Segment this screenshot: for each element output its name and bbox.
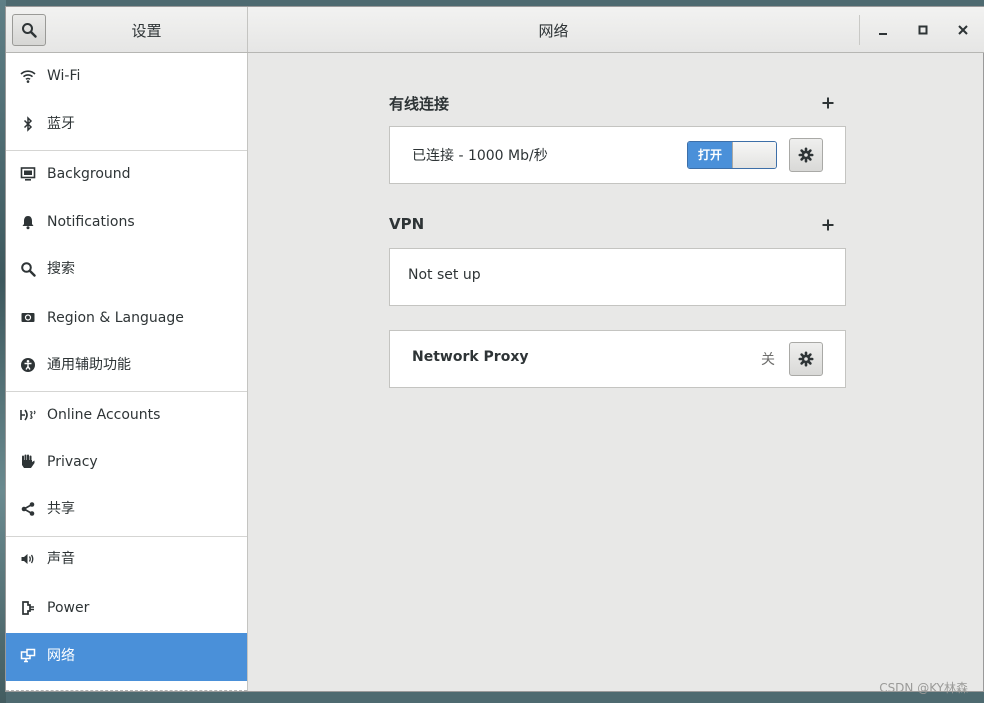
sidebar-item-background[interactable]: Background — [6, 151, 247, 198]
sidebar-item-privacy[interactable]: Privacy — [6, 439, 247, 486]
sidebar-item-label: 蓝牙 — [47, 116, 75, 132]
sidebar: Wi-Fi 蓝牙 Background Notifications 搜索 Reg… — [6, 53, 248, 691]
add-vpn-button[interactable] — [820, 217, 836, 233]
gear-icon — [798, 351, 814, 367]
minimize-icon — [879, 33, 887, 35]
switch-on-label: 打开 — [688, 142, 732, 168]
network-proxy-row[interactable]: Network Proxy 关 — [389, 330, 846, 388]
sidebar-item-accessibility[interactable]: 通用辅助功能 — [6, 342, 247, 389]
sidebar-item-label: 通用辅助功能 — [47, 357, 131, 373]
add-wired-button[interactable] — [820, 95, 836, 111]
settings-window: 设置 网络 Wi-Fi 蓝牙 Background Notifications … — [5, 6, 984, 692]
online-accounts-icon — [19, 406, 37, 424]
switch-knob — [732, 142, 776, 168]
sidebar-item-label: Region & Language — [47, 310, 184, 326]
sidebar-item-label: 网络 — [47, 648, 75, 664]
proxy-state: 关 — [761, 352, 775, 368]
search-icon — [19, 260, 37, 278]
sidebar-item-label: 搜索 — [47, 261, 75, 277]
close-icon — [958, 25, 968, 35]
sidebar-item-power[interactable]: Power — [6, 585, 247, 632]
vpn-section-title: VPN — [389, 215, 425, 233]
sidebar-item-label: Power — [47, 600, 90, 616]
sidebar-item-bluetooth[interactable]: 蓝牙 — [6, 101, 247, 148]
wired-status: 已连接 - 1000 Mb/秒 — [412, 148, 548, 164]
wired-section-title: 有线连接 — [389, 95, 450, 113]
header-bar: 设置 网络 — [6, 7, 984, 53]
close-button[interactable] — [951, 18, 975, 42]
vpn-row: Not set up — [389, 248, 846, 306]
proxy-label: Network Proxy — [412, 349, 529, 365]
sidebar-item-label: Online Accounts — [47, 407, 161, 423]
wired-connection-row: 已连接 - 1000 Mb/秒 打开 — [389, 126, 846, 184]
maximize-button[interactable] — [911, 18, 935, 42]
sidebar-item-online-accounts[interactable]: Online Accounts — [6, 392, 247, 439]
sidebar-item-network[interactable]: 网络 — [6, 633, 247, 681]
sidebar-item-wifi[interactable]: Wi-Fi — [6, 53, 247, 100]
sidebar-item-label: Notifications — [47, 214, 135, 230]
search-button[interactable] — [12, 14, 46, 46]
sidebar-item-sharing[interactable]: 共享 — [6, 486, 247, 533]
hand-icon — [19, 453, 37, 471]
sidebar-scroll-edge — [6, 690, 247, 691]
sidebar-item-label: 共享 — [47, 501, 75, 517]
proxy-settings-button[interactable] — [789, 342, 823, 376]
background-icon — [19, 165, 37, 183]
speaker-icon — [19, 550, 37, 568]
bell-icon — [19, 213, 37, 231]
minimize-button[interactable] — [871, 18, 895, 42]
network-icon — [19, 647, 37, 665]
sidebar-item-sound[interactable]: 声音 — [6, 536, 247, 583]
gear-icon — [798, 147, 814, 163]
sidebar-header: 设置 — [6, 7, 248, 52]
sidebar-item-notifications[interactable]: Notifications — [6, 199, 247, 246]
header-separator — [859, 15, 860, 45]
sidebar-item-label: 声音 — [47, 551, 75, 567]
maximize-icon — [918, 25, 928, 35]
search-icon — [22, 23, 37, 38]
power-plug-icon — [19, 599, 37, 617]
bluetooth-icon — [19, 115, 37, 133]
sidebar-item-region-language[interactable]: Region & Language — [6, 295, 247, 342]
wired-toggle-switch[interactable]: 打开 — [687, 141, 777, 169]
share-icon — [19, 500, 37, 518]
accessibility-icon — [19, 356, 37, 374]
settings-title: 设置 — [131, 22, 162, 40]
sidebar-item-label: Privacy — [47, 454, 98, 470]
wifi-icon — [19, 67, 37, 85]
watermark: CSDN @KY林森 — [879, 681, 968, 695]
vpn-status: Not set up — [408, 267, 481, 283]
region-icon — [19, 309, 37, 327]
sidebar-item-label: Background — [47, 166, 131, 182]
wired-settings-button[interactable] — [789, 138, 823, 172]
page-title: 网络 — [538, 22, 569, 40]
sidebar-item-label: Wi-Fi — [47, 68, 81, 84]
sidebar-item-search[interactable]: 搜索 — [6, 246, 247, 293]
